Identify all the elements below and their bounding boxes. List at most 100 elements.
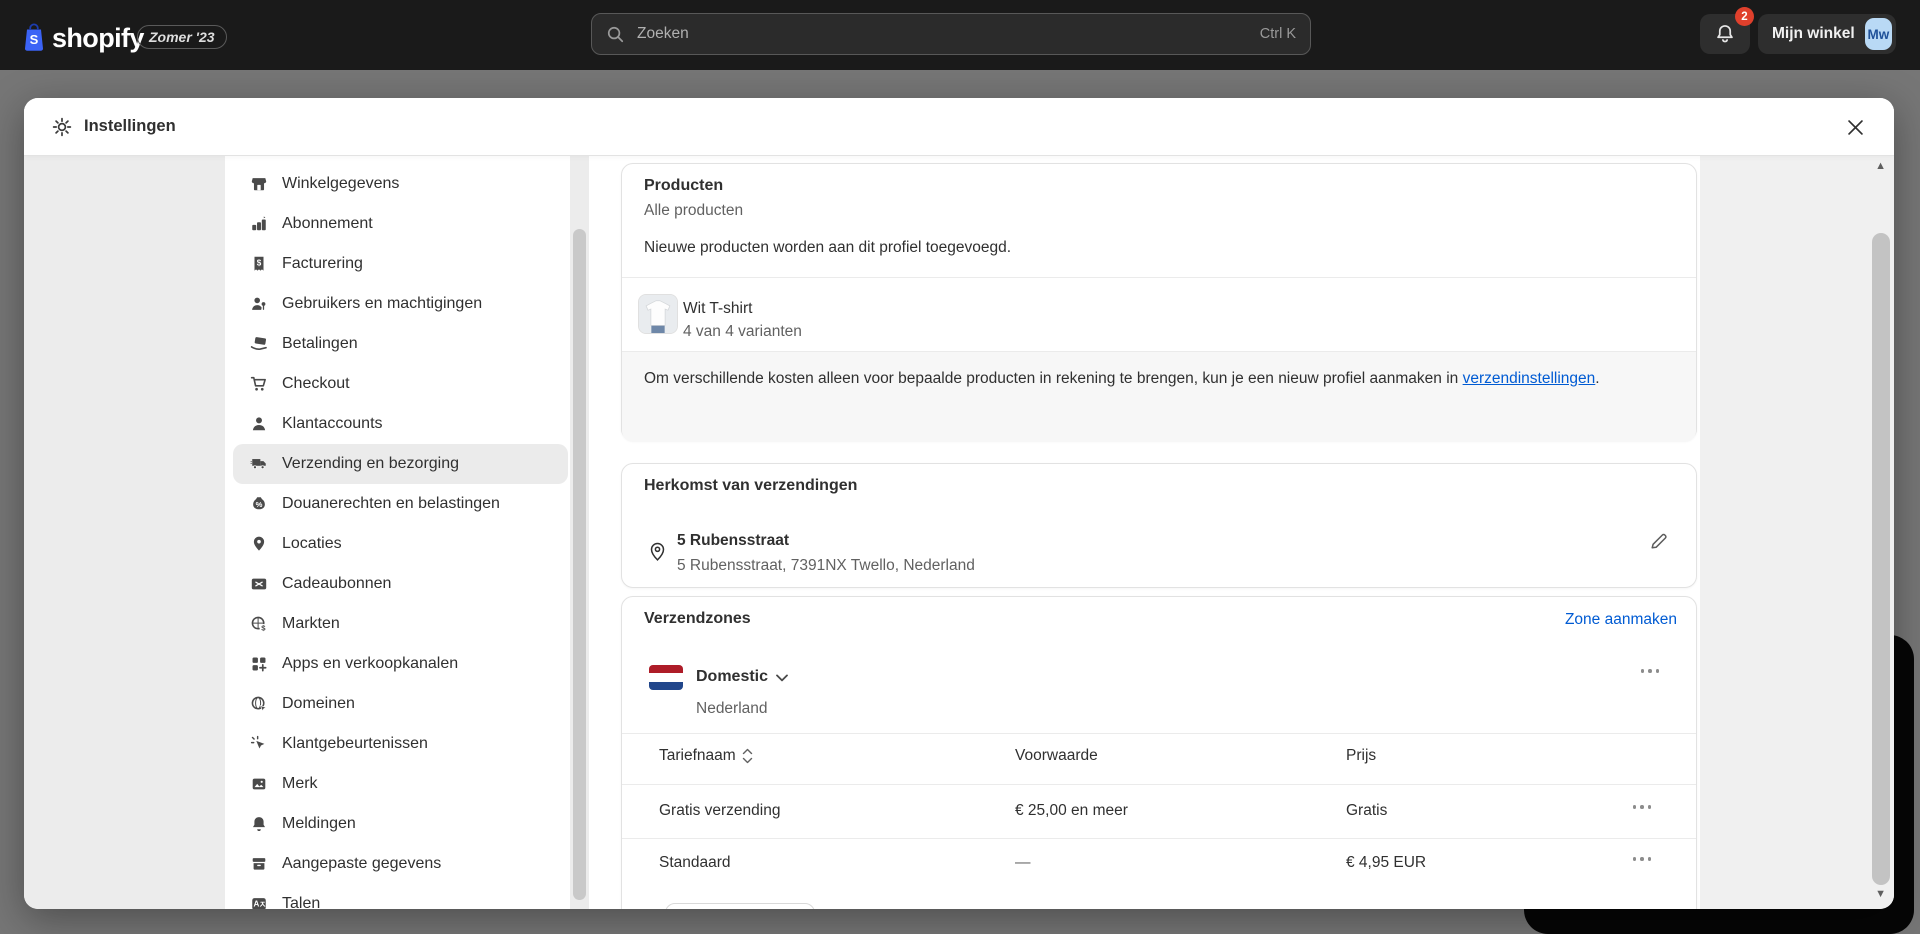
cursor-events-icon (250, 735, 268, 753)
sidebar-item-plan[interactable]: Abonnement (233, 204, 568, 244)
zones-card-title: Verzendzones (644, 610, 751, 627)
sidebar-item-users-permissions[interactable]: Gebruikers en machtigingen (233, 284, 568, 324)
languages-icon: A (250, 895, 268, 909)
zone-name-toggle[interactable]: Domestic (696, 668, 788, 686)
rate-name-cell: Standaard (659, 854, 731, 871)
settings-modal-body: Winkelgegevens Abonnement $ Facturering … (24, 155, 1894, 909)
sidebar-item-gift-cards[interactable]: Cadeaubonnen (233, 564, 568, 604)
search-icon (606, 25, 625, 44)
zone-more-menu-icon[interactable] (1637, 665, 1664, 677)
edit-origin-pencil-icon[interactable] (1650, 531, 1669, 555)
create-zone-link[interactable]: Zone aanmaken (1565, 611, 1677, 629)
settings-nav: Winkelgegevens Abonnement $ Facturering … (233, 164, 568, 909)
products-card: Producten Alle producten Nieuwe producte… (621, 163, 1697, 442)
shopify-logo-icon: S (22, 22, 46, 57)
sidebar-item-notifications[interactable]: Meldingen (233, 804, 568, 844)
svg-text:$: $ (261, 623, 266, 632)
sidebar-item-label: Betalingen (282, 335, 358, 352)
sidebar-item-label: Klantgebeurtenissen (282, 735, 428, 752)
sidebar-scrollbar-thumb[interactable] (573, 229, 586, 900)
rate-name-cell: Gratis verzending (659, 802, 781, 819)
add-rate-button-partial[interactable] (665, 903, 815, 909)
sidebar-scrollbar[interactable] (570, 155, 589, 909)
column-header-price: Prijs (1346, 747, 1377, 764)
sidebar-item-custom-data[interactable]: Aangepaste gegevens (233, 844, 568, 884)
sidebar-item-label: Facturering (282, 255, 363, 272)
rate-price-cell: Gratis (1346, 802, 1388, 819)
top-bar: S shopify Zomer '23 Ctrl K 2 (0, 0, 1920, 70)
sidebar-item-store-details[interactable]: Winkelgegevens (233, 164, 568, 204)
column-header-rate-name[interactable]: Tariefnaam (659, 747, 753, 765)
products-scope: Alle producten (644, 202, 744, 219)
svg-text:S: S (30, 32, 39, 47)
sidebar-item-domains[interactable]: Domeinen (233, 684, 568, 724)
sidebar-item-locations[interactable]: Locaties (233, 524, 568, 564)
domains-globe-icon (250, 695, 268, 713)
scroll-up-icon[interactable]: ▲ (1875, 160, 1886, 172)
duties-icon: % (250, 495, 268, 513)
sidebar-item-label: Douanerechten en belastingen (282, 495, 500, 512)
sidebar-item-label: Gebruikers en machtigingen (282, 295, 483, 312)
store-name: Mijn winkel (1772, 25, 1855, 42)
shipping-settings-link[interactable]: verzendinstellingen (1463, 370, 1596, 387)
zone-name: Domestic (696, 668, 769, 685)
sidebar-item-label: Checkout (282, 375, 350, 392)
sidebar-item-label: Talen (282, 895, 321, 909)
product-name: Wit T-shirt (683, 300, 753, 317)
rate-condition-cell: € 25,00 en meer (1015, 802, 1128, 819)
zone-region: Nederland (696, 700, 768, 717)
truck-icon (250, 455, 268, 473)
apps-grid-icon (250, 655, 268, 673)
sidebar-item-billing[interactable]: $ Facturering (233, 244, 568, 284)
global-search[interactable]: Ctrl K (591, 13, 1311, 55)
settings-modal: Instellingen Winkelgegevens Abonnement $… (24, 98, 1894, 909)
main-scrollbar-thumb[interactable] (1872, 233, 1890, 885)
version-badge: Zomer '23 (137, 25, 227, 49)
search-input[interactable] (635, 24, 1260, 44)
location-pin-outline-icon (648, 542, 667, 570)
chevron-down-icon (776, 674, 788, 682)
sidebar-item-shipping-delivery[interactable]: Verzending en bezorging (233, 444, 568, 484)
settings-content: Producten Alle producten Nieuwe producte… (589, 155, 1700, 909)
right-gutter: ▲ ▼ (1700, 155, 1894, 909)
notifications-button[interactable]: 2 (1700, 7, 1754, 54)
sidebar-item-customer-accounts[interactable]: Klantaccounts (233, 404, 568, 444)
payments-icon (250, 335, 268, 353)
location-pin-icon (250, 535, 268, 553)
sidebar-item-customer-events[interactable]: Klantgebeurtenissen (233, 724, 568, 764)
shipping-origin-card: Herkomst van verzendingen 5 Rubensstraat… (621, 463, 1697, 588)
store-icon (250, 175, 268, 193)
rate-more-menu-icon[interactable] (1629, 853, 1656, 865)
sidebar-item-markets[interactable]: $ Markten (233, 604, 568, 644)
scroll-down-icon[interactable]: ▼ (1875, 888, 1886, 900)
sidebar-item-label: Apps en verkoopkanalen (282, 655, 459, 672)
sidebar-item-brand[interactable]: Merk (233, 764, 568, 804)
person-icon (250, 415, 268, 433)
sidebar-item-label: Verzending en bezorging (282, 455, 460, 472)
bell-small-icon (250, 815, 268, 833)
sidebar-item-duties-taxes[interactable]: % Douanerechten en belastingen (233, 484, 568, 524)
column-header-condition: Voorwaarde (1015, 747, 1098, 764)
sidebar-item-payments[interactable]: Betalingen (233, 324, 568, 364)
settings-title: Instellingen (84, 117, 176, 135)
store-menu-button[interactable]: Mijn winkel Mw (1758, 14, 1896, 54)
sidebar-item-apps-channels[interactable]: Apps en verkoopkanalen (233, 644, 568, 684)
svg-text:A: A (254, 900, 260, 909)
rate-more-menu-icon[interactable] (1629, 801, 1656, 813)
sidebar-item-label: Locaties (282, 535, 342, 552)
notification-count-badge: 2 (1735, 7, 1754, 26)
markets-globe-icon: $ (250, 615, 268, 633)
product-variants: 4 van 4 varianten (683, 323, 802, 340)
sidebar-item-languages[interactable]: A Talen (233, 884, 568, 909)
sidebar-item-checkout[interactable]: Checkout (233, 364, 568, 404)
users-key-icon (250, 295, 268, 313)
close-icon[interactable] (1840, 112, 1870, 142)
search-shortcut: Ctrl K (1259, 26, 1296, 42)
origin-location-name: 5 Rubensstraat (677, 532, 789, 549)
store-avatar: Mw (1864, 18, 1892, 50)
sidebar-item-label: Winkelgegevens (282, 175, 400, 192)
shopify-wordmark: shopify (52, 23, 144, 53)
cart-icon (250, 375, 268, 393)
sidebar-item-label: Domeinen (282, 695, 355, 712)
sidebar-item-label: Abonnement (282, 215, 373, 232)
